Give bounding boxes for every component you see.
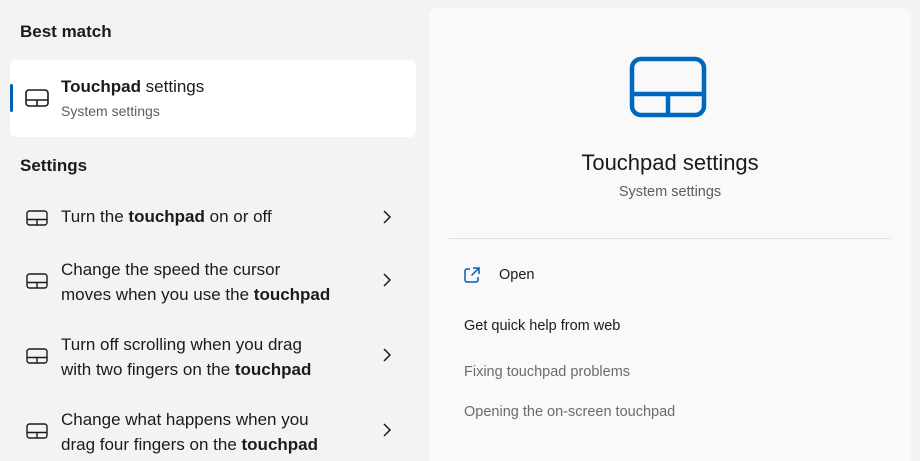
- result-label: Turn off scrolling when you drag with tw…: [61, 335, 312, 379]
- preview-subtitle: System settings: [618, 184, 722, 200]
- chevron-right-icon: [382, 423, 392, 437]
- best-match-title: Touchpad settings: [61, 77, 205, 96]
- result-label: Change what happens when you drag four f…: [61, 410, 319, 454]
- best-match-touchpad-settings[interactable]: Touchpad settings System settings: [10, 60, 416, 137]
- touchpad-icon: [25, 89, 49, 107]
- help-link-onscreen-touchpad[interactable]: Opening the on-screen touchpad: [464, 404, 675, 420]
- selection-indicator: [10, 84, 13, 112]
- chevron-right-icon: [382, 348, 392, 362]
- preview-title: Touchpad settings: [581, 150, 759, 175]
- touchpad-icon: [26, 273, 48, 289]
- result-label: Turn the touchpad on or off: [61, 207, 272, 226]
- search-results-panel: Best match Touchpad settings System sett…: [0, 0, 428, 461]
- best-match-heading: Best match: [20, 22, 112, 41]
- preview-pane: Touchpad settings System settings Open G…: [429, 8, 911, 461]
- chevron-right-icon: [382, 273, 392, 287]
- settings-heading: Settings: [20, 156, 88, 175]
- divider: [449, 238, 891, 239]
- open-external-icon: [463, 266, 481, 289]
- touchpad-icon: [26, 348, 48, 364]
- touchpad-icon: [26, 210, 48, 226]
- best-match-subtitle: System settings: [61, 103, 160, 119]
- result-item-turn-touchpad-on-off[interactable]: Turn the touchpad on or off: [10, 192, 416, 242]
- result-item-two-finger-scrolling[interactable]: Turn off scrolling when you drag with tw…: [10, 327, 416, 387]
- help-link-fixing-touchpad[interactable]: Fixing touchpad problems: [464, 364, 630, 380]
- touchpad-large-icon: [629, 56, 707, 123]
- result-label: Change the speed the cursor moves when y…: [61, 260, 331, 304]
- result-item-cursor-speed[interactable]: Change the speed the cursor moves when y…: [10, 252, 416, 312]
- chevron-right-icon: [382, 210, 392, 224]
- web-help-heading: Get quick help from web: [464, 318, 621, 334]
- touchpad-icon: [26, 423, 48, 439]
- open-label: Open: [499, 267, 535, 283]
- result-item-four-finger-drag[interactable]: Change what happens when you drag four f…: [10, 402, 416, 461]
